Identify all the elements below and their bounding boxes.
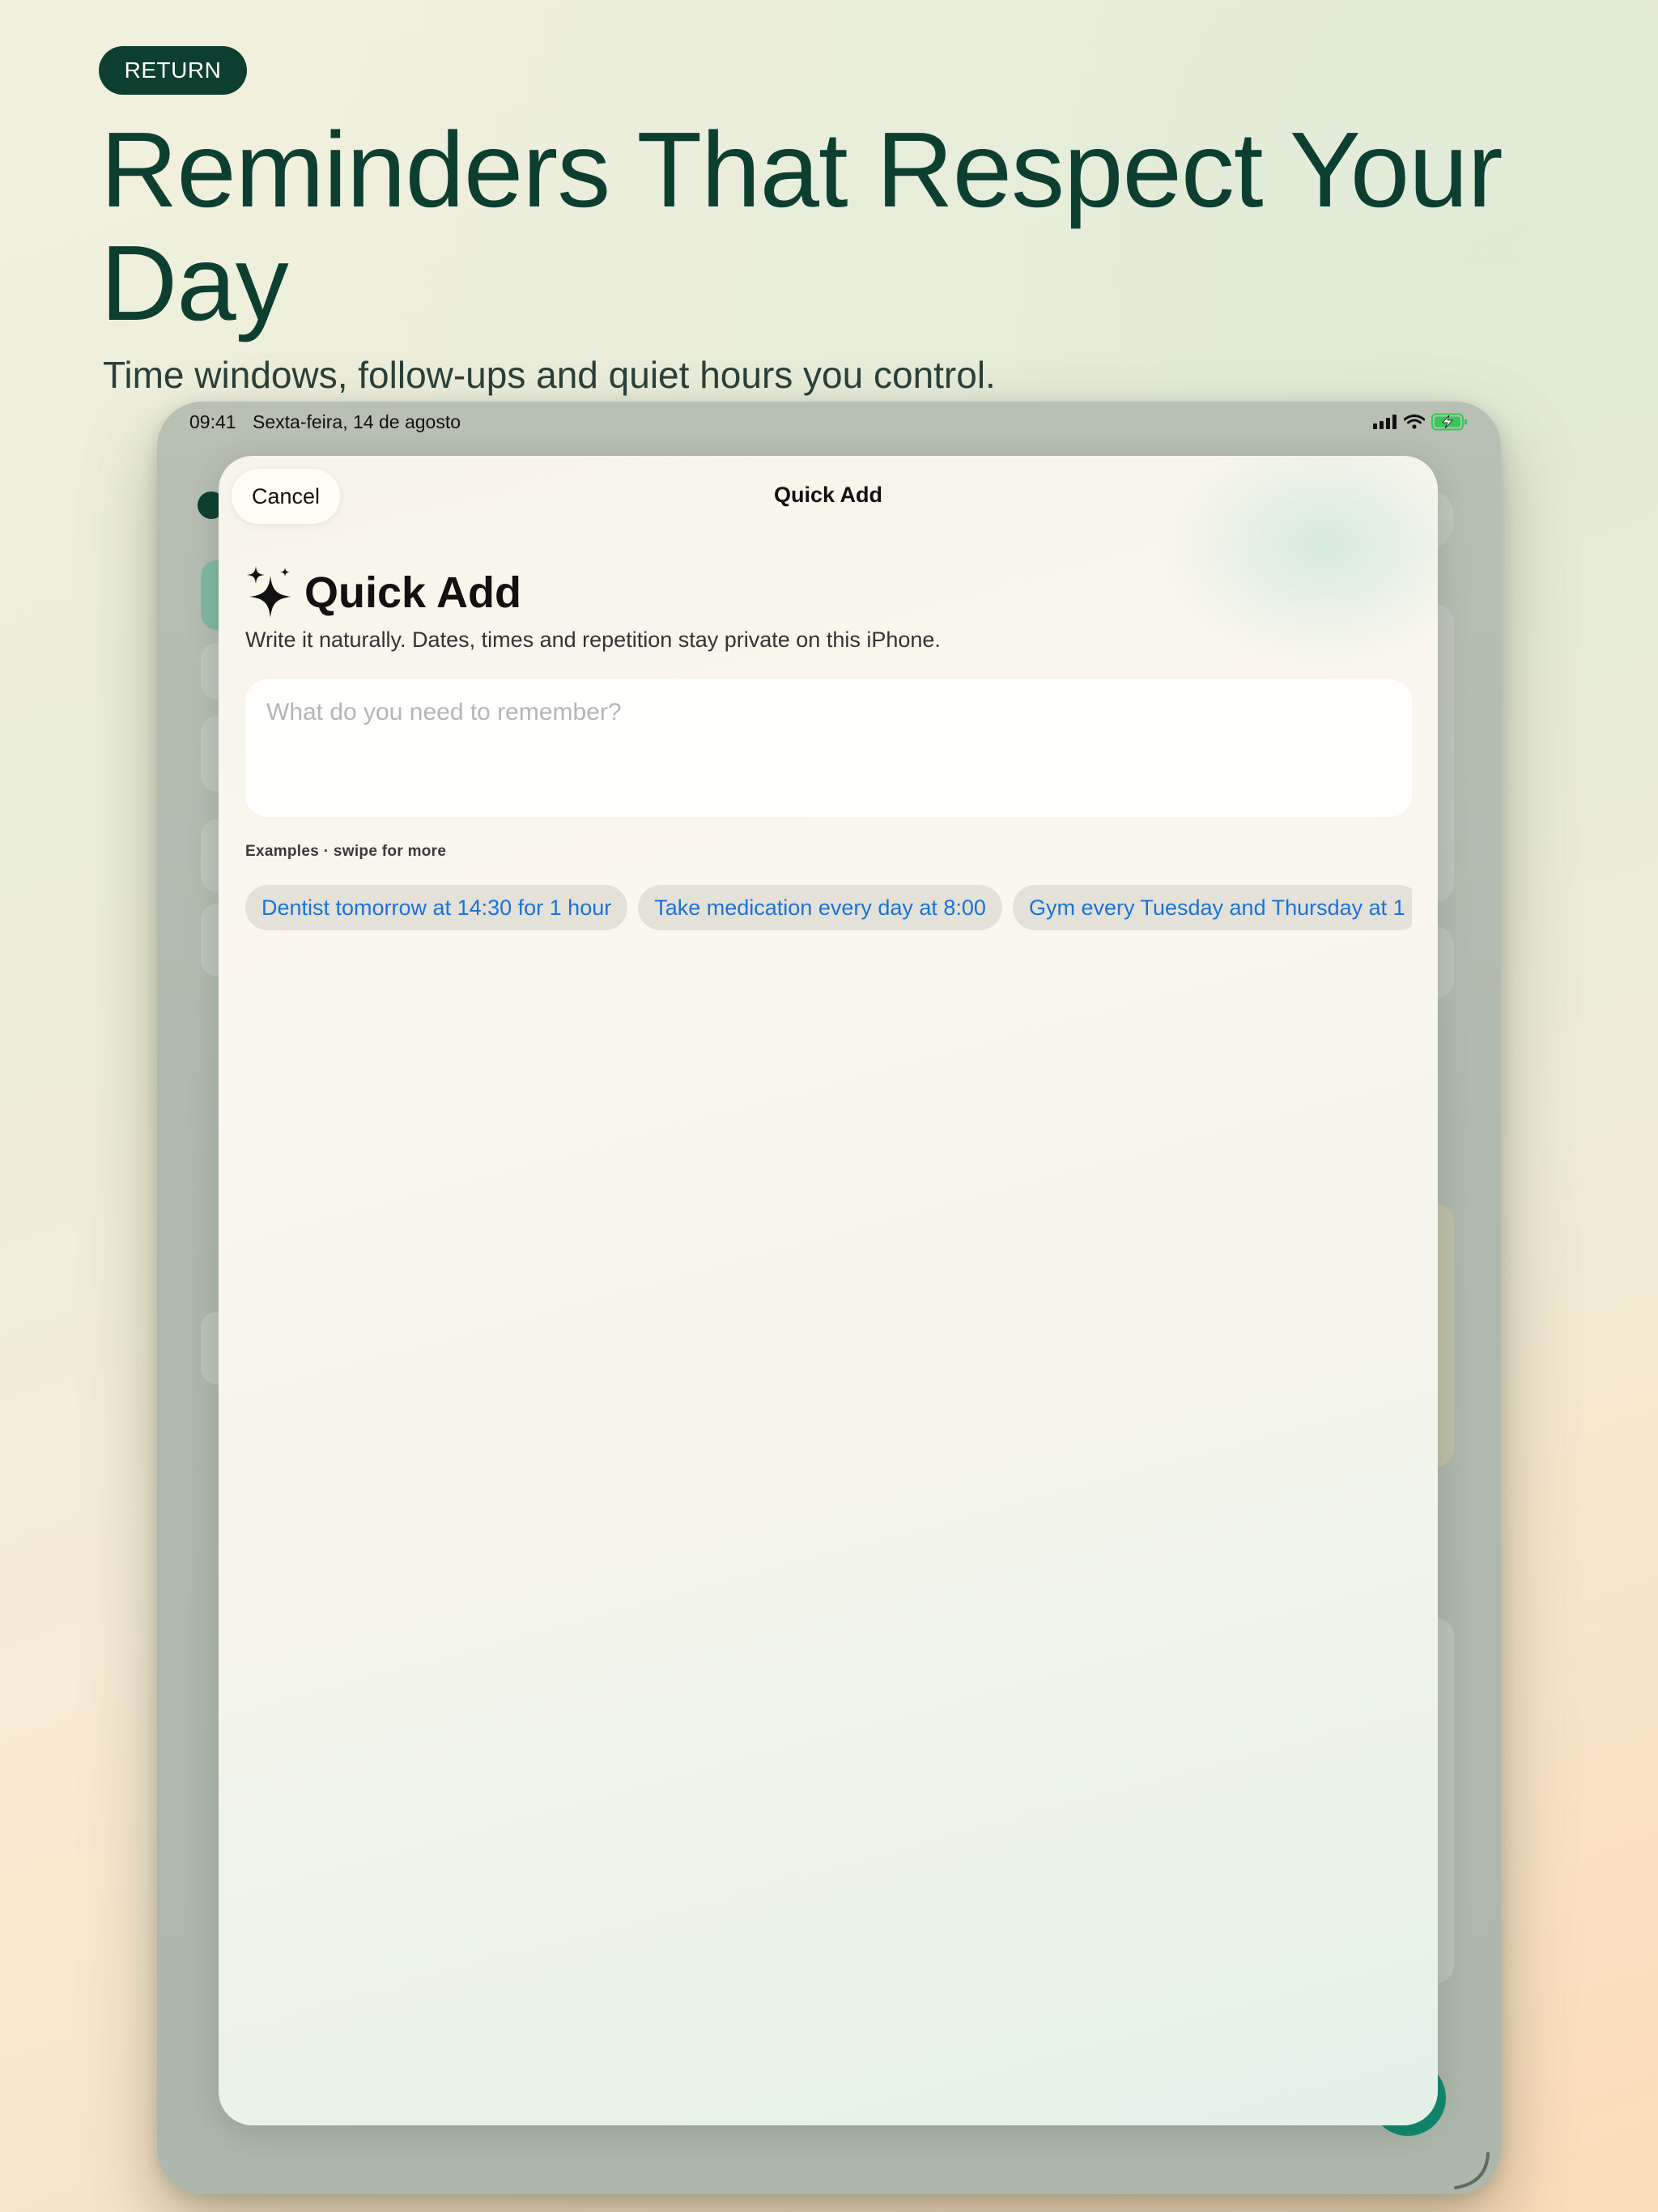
examples-label: Examples · swipe for more [245, 843, 447, 860]
status-icons [1373, 413, 1469, 431]
page-title: Reminders That Respect Your Day [100, 110, 1503, 342]
return-button[interactable]: RETURN [99, 46, 247, 95]
sheet-heading: Quick Add [304, 568, 522, 617]
sheet-description: Write it naturally. Dates, times and rep… [245, 627, 941, 652]
status-date: Sexta-feira, 14 de agosto [253, 411, 461, 432]
ipad-frame: 09:41 Sexta-feira, 14 de agosto Cancel Q… [157, 402, 1501, 2194]
signal-icon [1373, 415, 1397, 429]
quick-add-sheet: Cancel Quick Add Quick Add Write it natu… [219, 456, 1438, 2125]
example-chip[interactable]: Take medication every day at 8:00 [638, 885, 1002, 930]
sheet-nav-title: Quick Add [773, 483, 882, 507]
example-chip[interactable]: Gym every Tuesday and Thursday at 1 [1012, 885, 1412, 930]
reminder-input[interactable] [245, 679, 1412, 817]
status-time: 09:41 [189, 411, 236, 432]
page-subtitle: Time windows, follow-ups and quiet hours… [103, 354, 996, 396]
examples-carousel[interactable]: Dentist tomorrow at 14:30 for 1 hour Tak… [245, 885, 1412, 930]
battery-charging-icon [1431, 413, 1467, 431]
sparkles-icon [247, 566, 291, 618]
example-chip[interactable]: Dentist tomorrow at 14:30 for 1 hour [245, 885, 628, 930]
resize-handle-icon [1454, 2152, 1490, 2189]
wifi-icon [1404, 415, 1425, 429]
sheet-heading-row: Quick Add [244, 566, 521, 619]
status-bar: 09:41 Sexta-feira, 14 de agosto [157, 402, 1501, 442]
